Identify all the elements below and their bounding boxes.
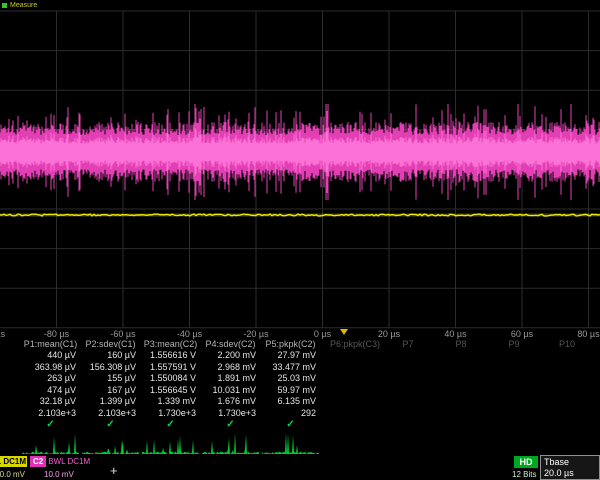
measurement-header[interactable]: P7 — [383, 339, 433, 349]
measurement-cell: 363.98 µV — [22, 362, 76, 372]
measurement-cell: 1.339 mV — [142, 396, 196, 406]
status-checkmark-icon: ✓ — [22, 419, 79, 430]
measurement-header[interactable]: P3:mean(C2) — [142, 339, 199, 349]
histicon-thumbnail[interactable] — [202, 430, 260, 454]
measurement-cell: 25.03 mV — [262, 373, 316, 383]
time-axis-label: -40 µs — [177, 329, 202, 339]
measurement-cell: 10.031 mV — [202, 385, 256, 395]
time-axis-label: 40 µs — [444, 329, 466, 339]
measurement-cell: 440 µV — [22, 350, 76, 360]
trigger-position-marker[interactable] — [340, 329, 348, 335]
measurement-cell: 6.135 mV — [262, 396, 316, 406]
measurement-cell: 160 µV — [82, 350, 136, 360]
time-axis-label: 80 µs — [577, 329, 599, 339]
hd-badge[interactable]: HD — [514, 456, 538, 468]
measurement-cell: 167 µV — [82, 385, 136, 395]
plus-cursor-marker[interactable]: + — [110, 463, 118, 478]
status-checkmark-icon: ✓ — [262, 419, 319, 430]
histicon-thumbnail[interactable] — [82, 430, 140, 454]
c1-coupling-label: DC1M — [3, 457, 26, 466]
status-checkmark-icon: ✓ — [82, 419, 139, 430]
measurement-cell: 474 µV — [22, 385, 76, 395]
tbase-label: Tbase — [541, 456, 599, 467]
measurement-cell: 32.18 µV — [22, 396, 76, 406]
c1-descriptor-box[interactable]: C1 DC1M 20.0 mV — [0, 456, 27, 480]
measurement-cell: 263 µV — [22, 373, 76, 383]
measurement-header[interactable]: P8 — [436, 339, 486, 349]
time-axis-label: -80 µs — [44, 329, 69, 339]
time-axis-label: -100 µs — [0, 329, 5, 339]
c2-channel-chip: C2 — [30, 456, 46, 467]
status-checkmark-icon: ✓ — [142, 419, 199, 430]
measurement-cell: 1.556616 V — [142, 350, 196, 360]
histicon-thumbnail[interactable] — [142, 430, 200, 454]
top-left-annotation: Measure — [2, 2, 37, 9]
measurement-header[interactable]: P9 — [489, 339, 539, 349]
measurement-cell: 2.103e+3 — [22, 408, 76, 418]
status-led-icon — [2, 3, 7, 8]
time-axis-label: -60 µs — [110, 329, 135, 339]
status-checkmark-icon: ✓ — [202, 419, 259, 430]
c2-coupling-label: BWL DC1M — [48, 457, 90, 466]
measurement-cell: 1.550084 V — [142, 373, 196, 383]
measurement-header[interactable]: P2:sdev(C1) — [82, 339, 139, 349]
time-axis-label: -20 µs — [243, 329, 268, 339]
time-axis-label: 20 µs — [378, 329, 400, 339]
measurement-cell: 292 — [262, 408, 316, 418]
measurement-cell: 1.730e+3 — [142, 408, 196, 418]
measurement-cell: 27.97 mV — [262, 350, 316, 360]
measurement-table: P1:mean(C1)P2:sdev(C1)P3:mean(C2)P4:sdev… — [0, 339, 600, 431]
c1-channel-chip: C1 — [0, 457, 1, 466]
measurement-cell: 2.968 mV — [202, 362, 256, 372]
bits-label: 12 Bits — [512, 470, 536, 479]
measurement-cell: 1.399 µV — [82, 396, 136, 406]
histicon-thumbnail[interactable] — [22, 430, 80, 454]
measurement-header[interactable]: P4:sdev(C2) — [202, 339, 259, 349]
measurement-header[interactable]: P1:mean(C1) — [22, 339, 79, 349]
measurement-cell: 156.308 µV — [82, 362, 136, 372]
scope-graticule — [0, 0, 600, 330]
measurement-cell: 1.730e+3 — [202, 408, 256, 418]
c1-scale-label: 20.0 mV — [0, 470, 25, 479]
histicon-thumbnail[interactable] — [262, 430, 320, 454]
tbase-box[interactable]: Tbase 20.0 µs — [540, 455, 600, 480]
measurement-header[interactable]: P6:pkpk(C3) — [330, 339, 380, 349]
measurement-header[interactable]: P5:pkpk(C2) — [262, 339, 319, 349]
c2-scale-label: 10.0 mV — [44, 470, 74, 479]
oscilloscope-screen: Measure -100 µs -80 µs -60 µs -40 µs -20 µs 0… — [0, 0, 600, 480]
measurement-cell: 59.97 mV — [262, 385, 316, 395]
measurement-header[interactable]: P10 — [542, 339, 592, 349]
measurement-cell: 1.676 mV — [202, 396, 256, 406]
time-axis-label: 0 µs — [314, 329, 331, 339]
measurement-cell: 2.200 mV — [202, 350, 256, 360]
measurement-cell: 2.103e+3 — [82, 408, 136, 418]
top-left-label: Measure — [10, 2, 37, 9]
time-axis-label: 60 µs — [511, 329, 533, 339]
c2-descriptor-box[interactable]: C2 BWL DC1M 10.0 mV — [30, 456, 112, 480]
measurement-cell: 1.556645 V — [142, 385, 196, 395]
tbase-scale: 20.0 µs — [541, 467, 599, 478]
measurement-cell: 33.477 mV — [262, 362, 316, 372]
measurement-cell: 1.557591 V — [142, 362, 196, 372]
measurement-cell: 1.891 mV — [202, 373, 256, 383]
measurement-cell: 155 µV — [82, 373, 136, 383]
